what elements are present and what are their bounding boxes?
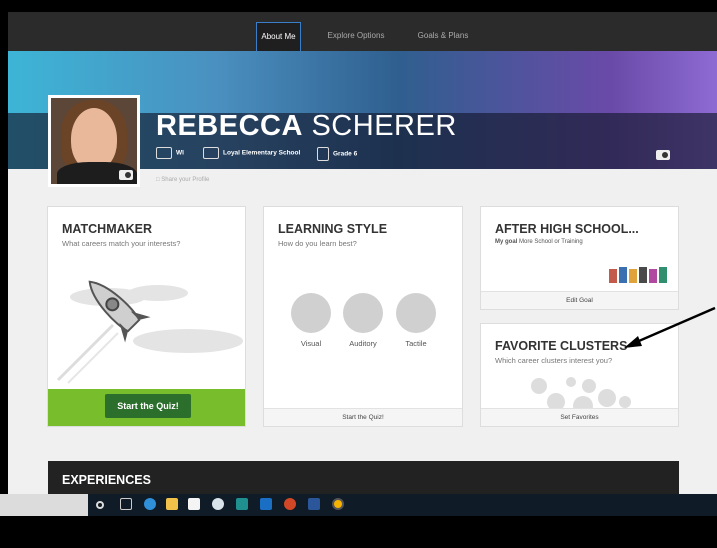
avatar[interactable] [48, 95, 140, 187]
banner-camera-icon[interactable] [656, 150, 670, 160]
powerpoint-icon[interactable] [284, 498, 296, 510]
experiences-title: EXPERIENCES [62, 473, 151, 487]
file-explorer-icon[interactable] [166, 498, 178, 510]
favorite-clusters-subtitle: Which career clusters interest you? [495, 356, 613, 365]
after-high-school-title: AFTER HIGH SCHOOL... [495, 222, 639, 236]
top-nav: About Me Explore Options Goals & Plans [8, 12, 717, 51]
matchmaker-quiz-bar: Start the Quiz! [48, 389, 245, 426]
avatar-face [71, 108, 117, 170]
set-favorites-button[interactable]: Set Favorites [481, 408, 678, 426]
taskbar-blank-area [0, 494, 88, 516]
search-icon[interactable] [96, 501, 104, 509]
publisher-icon[interactable] [236, 498, 248, 510]
chrome-icon[interactable] [332, 498, 344, 510]
learning-style-subtitle: How do you learn best? [278, 239, 357, 248]
option-tactile[interactable]: Tactile [391, 339, 441, 348]
learning-style-start-quiz[interactable]: Start the Quiz! [264, 408, 462, 426]
avatar-camera-icon[interactable] [119, 170, 133, 180]
edge-icon[interactable] [144, 498, 156, 510]
task-view-icon[interactable] [120, 498, 132, 510]
matchmaker-title: MATCHMAKER [62, 222, 153, 236]
graduates-icon [609, 267, 669, 283]
profile-state: WI [156, 147, 184, 159]
start-quiz-button[interactable]: Start the Quiz! [105, 394, 191, 418]
learning-style-title: LEARNING STYLE [278, 222, 388, 236]
hand-icon[interactable] [396, 293, 436, 333]
store-icon[interactable] [188, 498, 200, 510]
grade-icon [317, 147, 329, 161]
profile-school: Loyal Elementary School [203, 147, 300, 159]
browser-viewport: About Me Explore Options Goals & Plans R… [8, 12, 717, 494]
learning-style-card: LEARNING STYLE How do you learn best? Vi… [263, 206, 463, 427]
eye-icon[interactable] [291, 293, 331, 333]
last-name: SCHERER [311, 110, 457, 142]
annotation-arrow [624, 306, 716, 348]
profile-grade: Grade 6 [317, 147, 357, 161]
location-icon [156, 147, 172, 159]
first-name: REBECCA [156, 110, 303, 142]
experiences-section: EXPERIENCES [48, 461, 679, 494]
word-icon[interactable] [308, 498, 320, 510]
after-high-school-card: AFTER HIGH SCHOOL... My goal More School… [480, 206, 679, 310]
tab-about-me[interactable]: About Me [256, 22, 301, 51]
outlook-icon[interactable] [260, 498, 272, 510]
paint-icon[interactable] [212, 498, 224, 510]
windows-taskbar [0, 494, 717, 516]
option-auditory[interactable]: Auditory [338, 339, 388, 348]
ear-icon[interactable] [343, 293, 383, 333]
matchmaker-subtitle: What careers match your interests? [62, 239, 181, 248]
favorite-clusters-title: FAVORITE CLUSTERS [495, 339, 628, 353]
tab-goals-plans[interactable]: Goals & Plans [412, 22, 474, 50]
school-icon [203, 147, 219, 159]
matchmaker-card: MATCHMAKER What careers match your inter… [47, 206, 246, 427]
profile-name: REBECCA SCHERER [156, 110, 457, 143]
option-visual[interactable]: Visual [286, 339, 336, 348]
goal-line: My goal More School or Training [495, 239, 583, 245]
rocket-illustration [56, 280, 243, 384]
clusters-illustration [531, 377, 631, 410]
tab-explore-options[interactable]: Explore Options [320, 22, 392, 50]
share-profile-link[interactable]: □ Share your Profile [156, 177, 209, 183]
